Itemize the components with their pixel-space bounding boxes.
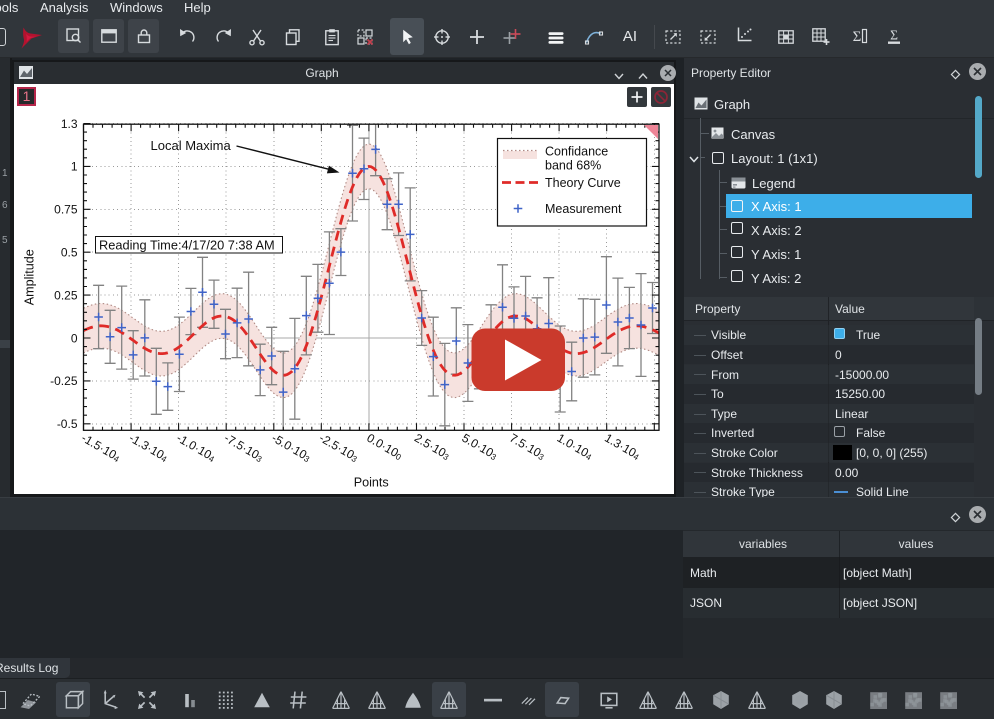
svg-text:Reading Time:4/17/20 7:38 AM: Reading Time:4/17/20 7:38 AM (99, 238, 275, 253)
svg-text:-2.5·103: -2.5·103 (317, 431, 361, 465)
svg-text:2.5·103: 2.5·103 (412, 431, 453, 463)
svg-text:5.0·103: 5.0·103 (460, 431, 501, 463)
svg-text:0.0·100: 0.0·100 (364, 431, 405, 463)
svg-text:Σ: Σ (890, 28, 898, 43)
svg-text:Theory Curve: Theory Curve (545, 176, 621, 190)
svg-text:Measurement: Measurement (545, 202, 622, 216)
svg-text:0: 0 (71, 331, 78, 345)
svg-text:0.5: 0.5 (61, 246, 78, 260)
svg-text:Amplitude: Amplitude (23, 249, 37, 305)
svg-text:0.25: 0.25 (54, 288, 78, 302)
svg-text:0.75: 0.75 (54, 203, 78, 217)
svg-text:Confidance: Confidance (545, 144, 608, 158)
svg-text:-0.5: -0.5 (57, 417, 78, 431)
svg-text:-5.0·103: -5.0·103 (269, 431, 313, 465)
svg-text:Local Maxima: Local Maxima (151, 138, 232, 153)
svg-text:1: 1 (71, 160, 78, 174)
svg-text:AI: AI (623, 28, 637, 45)
svg-text:-0.25: -0.25 (50, 374, 78, 388)
svg-text:-1.3·104: -1.3·104 (127, 431, 171, 465)
svg-text:band 68%: band 68% (545, 159, 601, 173)
svg-text:1.0·104: 1.0·104 (555, 431, 596, 463)
svg-text:-1.5·104: -1.5·104 (79, 431, 123, 465)
svg-text:Points: Points (354, 476, 389, 490)
svg-text:1.3·104: 1.3·104 (602, 431, 643, 463)
svg-text:-7.5·103: -7.5·103 (222, 431, 266, 465)
svg-text:7.5·103: 7.5·103 (507, 431, 548, 463)
svg-text:1.3: 1.3 (61, 117, 78, 131)
svg-text:Σ: Σ (853, 29, 862, 45)
svg-text:-1.0·104: -1.0·104 (174, 431, 218, 465)
